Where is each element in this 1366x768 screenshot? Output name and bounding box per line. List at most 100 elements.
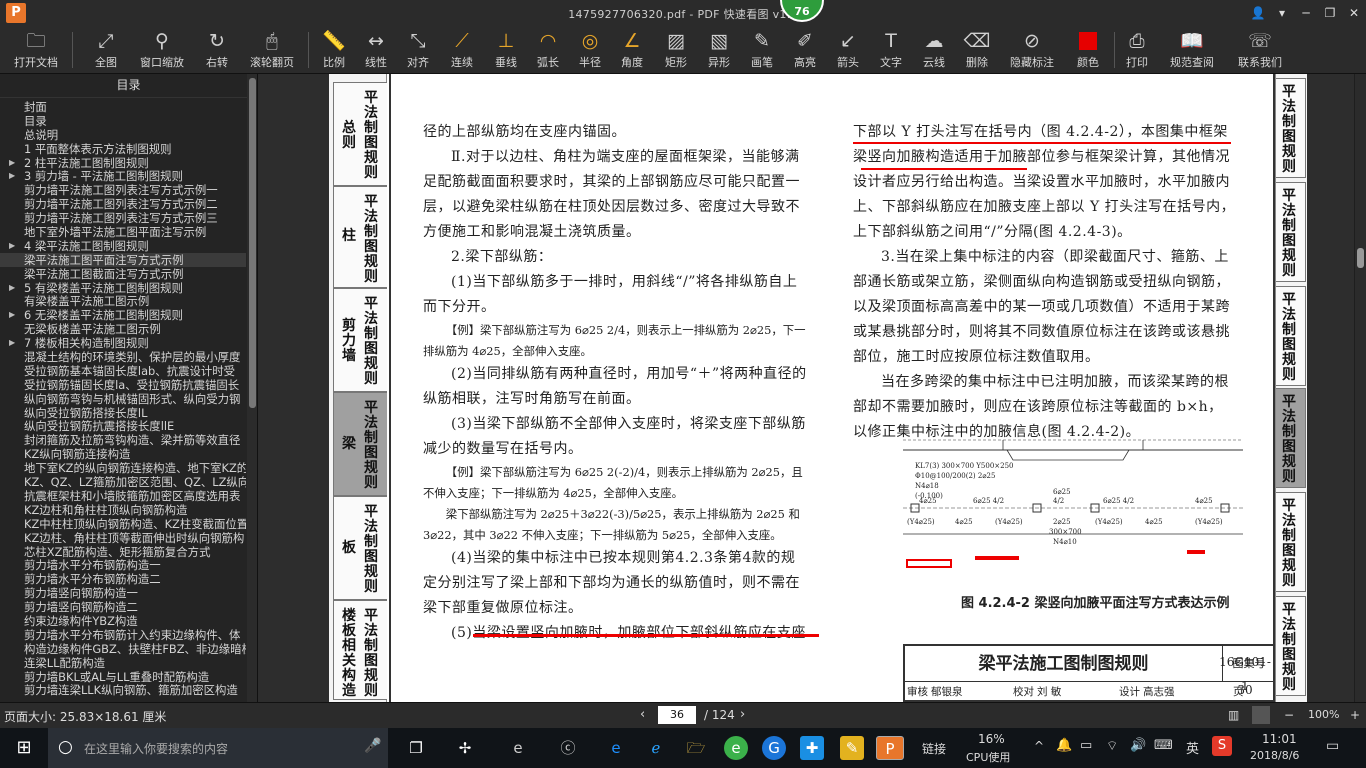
toc-item[interactable]: 目录: [0, 114, 246, 128]
notes-app-icon[interactable]: ✎: [840, 736, 864, 760]
keyboard-icon[interactable]: ⌨: [1154, 738, 1173, 753]
file-explorer-icon[interactable]: 🗁: [684, 736, 708, 760]
zoom-in-icon[interactable]: +: [1350, 708, 1360, 722]
expand-arrow-icon[interactable]: ▶: [9, 156, 15, 170]
toc-item[interactable]: KZ纵向钢筋连接构造: [0, 447, 246, 461]
toc-item[interactable]: 纵向受拉钢筋搭接长度lL: [0, 406, 246, 420]
volume-icon[interactable]: 🔊: [1130, 738, 1146, 753]
taskbar-search-box[interactable]: ○ 在这里输入你要搜索的内容 🎤: [48, 728, 388, 768]
continuous-measure-button[interactable]: ⟋ 连续: [446, 28, 478, 72]
internet-explorer-icon[interactable]: ℯ: [644, 736, 668, 760]
task-view-icon[interactable]: ❐: [404, 736, 428, 760]
right-tab[interactable]: 平法制图规则: [1276, 596, 1306, 696]
toc-item[interactable]: 剪力墙平法施工图列表注写方式示例三: [0, 211, 246, 225]
tab-beam[interactable]: 梁 平法制图规则: [333, 392, 387, 496]
open-document-button[interactable]: 🗀 打开文档: [8, 28, 64, 72]
toc-item[interactable]: 芯柱XZ配筋构造、矩形箍筋复合方式: [0, 545, 246, 559]
radius-button[interactable]: ◎ 半径: [574, 28, 606, 72]
sogou-input-icon[interactable]: S: [1212, 736, 1232, 756]
clock-date[interactable]: 2018/8/6: [1250, 749, 1299, 762]
next-page-icon[interactable]: ›: [740, 707, 745, 722]
maximize-icon[interactable]: ❐: [1320, 4, 1340, 22]
fan-app-icon[interactable]: ✢: [453, 736, 477, 760]
toc-item[interactable]: ▶ 6 无梁楼盖平法施工图制图规则: [0, 308, 246, 322]
toc-item[interactable]: 约束边缘构件YBZ构造: [0, 614, 246, 628]
toc-item[interactable]: KZ边柱和角柱柱顶纵向钢筋构造: [0, 503, 246, 517]
window-zoom-button[interactable]: ⚲ 窗口缩放: [134, 28, 190, 72]
display-icon[interactable]: ▭: [1080, 738, 1092, 753]
toc-item[interactable]: 剪力墙水平分布钢筋计入约束边缘构件、体: [0, 628, 246, 642]
tab-slab-related[interactable]: 楼板相关构造 平法制图规则: [333, 600, 387, 700]
toc-item[interactable]: 梁平法施工图截面注写方式示例: [0, 267, 246, 281]
toc-item[interactable]: 受拉钢筋基本锚固长度lab、抗震设计时受: [0, 364, 246, 378]
arrow-button[interactable]: ↙ 箭头: [832, 28, 864, 72]
toc-item[interactable]: KZ中柱柱顶纵向钢筋构造、KZ柱变截面位置: [0, 517, 246, 531]
toc-item[interactable]: 总说明: [0, 128, 246, 142]
tab-general[interactable]: 总则 平法制图规则: [333, 82, 387, 186]
angle-button[interactable]: ∠ 角度: [616, 28, 648, 72]
toc-item[interactable]: ▶ 3 剪力墙 - 平法施工图制图规则: [0, 169, 246, 183]
toc-item[interactable]: ▶ 5 有梁楼盖平法施工图制图规则: [0, 281, 246, 295]
expand-arrow-icon[interactable]: ▶: [9, 308, 15, 322]
continuous-view-icon[interactable]: [1252, 706, 1270, 724]
toc-item[interactable]: ▶ 2 柱平法施工图制图规则: [0, 156, 246, 170]
toc-item[interactable]: 剪力墙水平分布钢筋构造一: [0, 558, 246, 572]
toc-item[interactable]: KZ边柱、角柱柱顶等截面伸出时纵向钢筋构: [0, 531, 246, 545]
rectangle-area-button[interactable]: ▨ 矩形: [660, 28, 692, 72]
menu-icon[interactable]: ▾: [1272, 4, 1292, 22]
viewer-scrollbar-thumb[interactable]: [1357, 248, 1364, 268]
toc-item[interactable]: KZ、QZ、LZ箍筋加密区范围、QZ、LZ纵向钢: [0, 475, 246, 489]
red-underline-annotation[interactable]: [473, 634, 819, 637]
right-tab[interactable]: 平法制图规则: [1276, 492, 1306, 592]
toc-item[interactable]: 纵向钢筋弯钩与机械锚固形式、纵向受力钢: [0, 392, 246, 406]
arc-length-button[interactable]: ◠ 弧长: [532, 28, 564, 72]
toc-item[interactable]: 剪力墙平法施工图列表注写方式示例一: [0, 183, 246, 197]
red-underline-annotation[interactable]: [853, 142, 1231, 144]
toc-item[interactable]: 受拉钢筋锚固长度la、受拉钢筋抗震锚固长: [0, 378, 246, 392]
toc-item[interactable]: 地下室KZ的纵向钢筋连接构造、地下室KZ的: [0, 461, 246, 475]
toc-item[interactable]: 连梁LL配筋构造: [0, 656, 246, 670]
expand-arrow-icon[interactable]: ▶: [9, 281, 15, 295]
tab-column[interactable]: 柱 平法制图规则: [333, 186, 387, 288]
input-method-indicator[interactable]: 英: [1186, 738, 1199, 757]
perpendicular-button[interactable]: ⊥ 垂线: [490, 28, 522, 72]
contact-us-button[interactable]: ☏ 联系我们: [1232, 28, 1288, 72]
toc-item[interactable]: 剪力墙平法施工图列表注写方式示例二: [0, 197, 246, 211]
zoom-out-icon[interactable]: −: [1284, 708, 1294, 722]
right-tab-active[interactable]: 平法制图规则: [1276, 388, 1306, 488]
toc-item[interactable]: ▶ 4 梁平法施工图制图规则: [0, 239, 246, 253]
pen-button[interactable]: ✎ 画笔: [746, 28, 778, 72]
color-button[interactable]: 颜色: [1072, 28, 1104, 72]
print-button[interactable]: ⎙ 打印: [1121, 28, 1153, 72]
right-tab[interactable]: 平法制图规则: [1276, 286, 1306, 386]
polygon-area-button[interactable]: ▧ 异形: [703, 28, 735, 72]
toc-item[interactable]: 无梁板楼盖平法施工图示例: [0, 322, 246, 336]
user-icon[interactable]: 👤: [1248, 4, 1268, 22]
link-label[interactable]: 链接: [922, 740, 946, 757]
expand-arrow-icon[interactable]: ▶: [9, 169, 15, 183]
windows-start-icon[interactable]: ⊞: [12, 736, 36, 760]
show-hidden-icons-icon[interactable]: ^: [1034, 739, 1044, 753]
sogou-browser-icon[interactable]: G: [762, 736, 786, 760]
toc-item[interactable]: 纵向受拉钢筋抗震搭接长度llE: [0, 419, 246, 433]
right-tab[interactable]: 平法制图规则: [1276, 182, 1306, 282]
expand-arrow-icon[interactable]: ▶: [9, 239, 15, 253]
edge-browser-icon[interactable]: e: [604, 736, 628, 760]
scale-button[interactable]: 📏 比例: [318, 28, 350, 72]
tab-slab[interactable]: 板 平法制图规则: [333, 496, 387, 600]
right-tab[interactable]: 平法制图规则: [1276, 78, 1306, 178]
action-center-icon[interactable]: ▭: [1326, 738, 1339, 754]
toc-item[interactable]: 1 平面整体表示方法制图规则: [0, 142, 246, 156]
toc-item[interactable]: 剪力墙竖向钢筋构造一: [0, 586, 246, 600]
fit-page-button[interactable]: ⤢ 全图: [88, 28, 124, 72]
text-button[interactable]: T 文字: [875, 28, 907, 72]
toc-item[interactable]: 梁平法施工图平面注写方式示例: [0, 252, 246, 267]
toc-item[interactable]: 剪力墙连梁LLK纵向钢筋、箍筋加密区构造: [0, 683, 246, 697]
cloud-line-button[interactable]: ☁ 云线: [918, 28, 950, 72]
clock-time[interactable]: 11:01: [1262, 732, 1297, 746]
plus-app-icon[interactable]: ✚: [800, 736, 824, 760]
aligned-measure-button[interactable]: ⤡ 对齐: [402, 28, 434, 72]
minimize-icon[interactable]: ─: [1296, 4, 1316, 22]
red-highlight-annotation[interactable]: [975, 556, 1019, 560]
notification-bell-icon[interactable]: 🔔: [1056, 738, 1072, 753]
